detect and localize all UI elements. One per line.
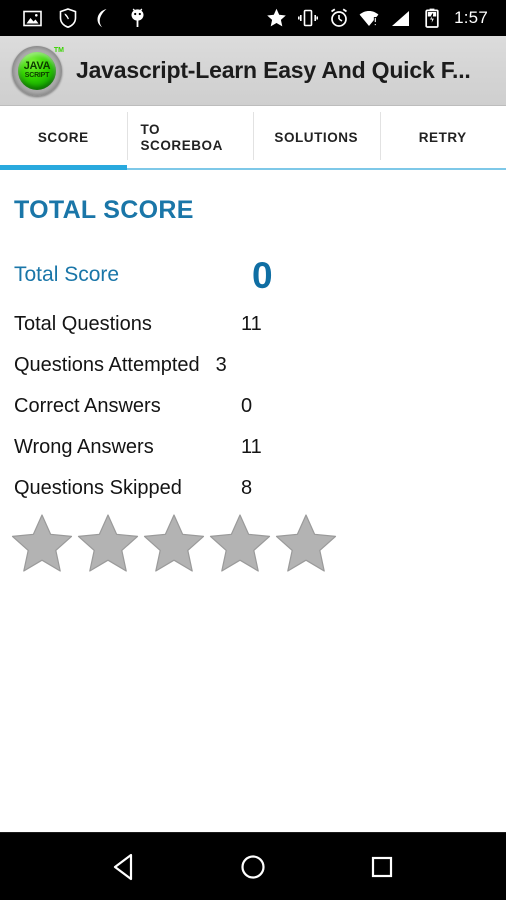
stat-value-questions-skipped: 8 xyxy=(241,477,253,499)
alarm-clock-icon xyxy=(328,8,349,29)
stat-value-correct-answers: 0 xyxy=(241,395,253,417)
battery-charging-icon xyxy=(421,8,442,29)
app-bar: JAVA SCRIPT TM Javascript-Learn Easy And… xyxy=(0,36,506,106)
stat-label-questions-attempted: Questions Attempted xyxy=(14,354,200,376)
stat-value-questions-attempted: 3 xyxy=(215,354,227,376)
stat-label-questions-skipped: Questions Skipped xyxy=(14,477,182,499)
total-score-row: Total Score 0 xyxy=(14,255,492,295)
stat-label-correct-answers: Correct Answers xyxy=(14,395,161,417)
star-icon[interactable] xyxy=(10,512,74,574)
stat-value-wrong-answers: 11 xyxy=(241,436,262,458)
tab-score[interactable]: SCORE xyxy=(0,106,127,170)
tab-solutions-label: SOLUTIONS xyxy=(274,130,359,145)
app-title: Javascript-Learn Easy And Quick F... xyxy=(76,57,471,83)
wifi-alert-icon xyxy=(359,8,380,29)
star-icon[interactable] xyxy=(142,512,206,574)
star-icon xyxy=(266,8,287,29)
tab-to-scoreboard-label: TO SCOREBOA xyxy=(140,122,223,153)
tab-bar: SCORE TO SCOREBOA SOLUTIONS RETRY xyxy=(0,106,506,170)
image-icon xyxy=(22,8,43,29)
moon-icon xyxy=(92,8,113,29)
status-bar-clock: 1:57 xyxy=(454,8,488,27)
app-logo-line2: SCRIPT xyxy=(24,72,50,79)
stat-row-questions-skipped: Questions Skipped 8 xyxy=(14,477,492,500)
star-icon[interactable] xyxy=(76,512,140,574)
tab-to-scoreboard[interactable]: TO SCOREBOA xyxy=(126,106,253,170)
tab-solutions[interactable]: SOLUTIONS xyxy=(253,106,380,170)
signal-bars-icon xyxy=(390,8,411,29)
stat-value-total-questions: 11 xyxy=(241,313,262,335)
tab-retry[interactable]: RETRY xyxy=(379,106,506,170)
back-button[interactable] xyxy=(94,845,154,889)
page-title: TOTAL SCORE xyxy=(14,196,194,224)
star-icon[interactable] xyxy=(208,512,272,574)
stat-label-wrong-answers: Wrong Answers xyxy=(14,436,154,458)
total-score-label: Total Score xyxy=(14,263,120,286)
stat-row-questions-attempted: Questions Attempted 3 xyxy=(14,354,492,377)
trademark-label: TM xyxy=(53,46,64,54)
total-score-value: 0 xyxy=(252,254,273,296)
status-bar: 1:57 xyxy=(0,0,506,36)
phone-screen: 1:57 JAVA SCRIPT TM Javascript-Learn Eas… xyxy=(0,0,506,900)
vibrate-icon xyxy=(297,8,318,29)
android-navigation-bar xyxy=(0,832,506,900)
stat-row-total-questions: Total Questions 11 xyxy=(14,313,492,336)
rating-stars[interactable] xyxy=(10,512,492,574)
star-icon[interactable] xyxy=(274,512,338,574)
tab-retry-label: RETRY xyxy=(418,130,467,145)
tab-score-label: SCORE xyxy=(37,130,89,145)
status-bar-left-icons xyxy=(10,8,148,29)
app-logo-inner: JAVA SCRIPT xyxy=(18,51,56,90)
home-button[interactable] xyxy=(223,845,283,889)
back-triangle-icon xyxy=(110,852,138,882)
android-robot-icon xyxy=(127,8,148,29)
app-logo-icon: JAVA SCRIPT TM xyxy=(12,45,64,96)
home-circle-icon xyxy=(238,852,268,882)
recents-square-icon xyxy=(368,853,396,881)
app-logo-line1: JAVA xyxy=(23,60,51,72)
stat-label-total-questions: Total Questions xyxy=(14,313,152,335)
stat-row-correct-answers: Correct Answers 0 xyxy=(14,395,492,418)
recents-button[interactable] xyxy=(352,845,412,889)
status-bar-right-icons: 1:57 xyxy=(266,8,496,29)
stat-row-wrong-answers: Wrong Answers 11 xyxy=(14,436,492,459)
score-panel: TOTAL SCORE Total Score 0 Total Question… xyxy=(0,170,506,832)
shield-icon xyxy=(57,8,78,29)
